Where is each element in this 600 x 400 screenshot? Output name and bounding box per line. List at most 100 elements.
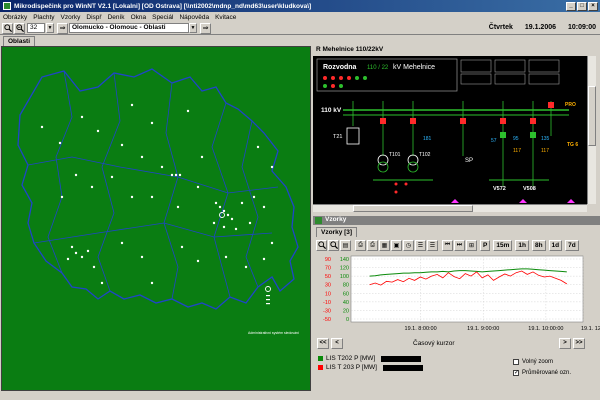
zoom-input[interactable]: 32 (27, 23, 45, 33)
range-button-p[interactable]: P (480, 239, 491, 251)
clock-date: 19.1.2006 (524, 24, 557, 31)
tab-vzorky[interactable]: Vzorky [3] (316, 227, 358, 237)
graph-print-icon[interactable]: ⎙ (355, 239, 366, 251)
svg-text:kV Mehelnice: kV Mehelnice (393, 64, 435, 71)
menu-item-obrazky[interactable]: Obrázky (3, 14, 27, 21)
averaged-checkbox[interactable]: ✓ (513, 369, 519, 376)
legend-swatch-red (318, 365, 323, 370)
y-right-tick-label: 100 (340, 274, 349, 280)
menu-item-plachty[interactable]: Plachty (33, 14, 54, 21)
graph-tabs: Vzorky [3] (313, 226, 600, 237)
y-left-tick-label: 50 (325, 274, 331, 280)
svg-text:135: 135 (541, 136, 550, 142)
svg-text:T101: T101 (389, 152, 401, 158)
y-left-tick-label: 10 (325, 291, 331, 297)
y-left-tick-label: -50 (323, 317, 331, 323)
menu-item-kvitace[interactable]: Kvitace (215, 14, 236, 21)
svg-text:T21: T21 (333, 134, 342, 140)
nav-last-button[interactable]: >> (573, 338, 585, 349)
chart-legend: LIS T202 P [MW] LIS T 203 P [MW] (318, 354, 518, 372)
scheme-vertical-scrollbar[interactable] (587, 56, 596, 204)
y-left-tick-label: 70 (325, 266, 331, 272)
apply-zoom-icon[interactable]: ⇒ (57, 22, 68, 34)
range-button-1d[interactable]: 1d (548, 239, 563, 251)
open-region-icon[interactable]: ⇒ (200, 22, 211, 34)
chart-navigation: << < Časový kurzor > >> (313, 338, 600, 350)
tab-oblasti[interactable]: Oblasti (3, 36, 36, 46)
region-map-svg: Administrativní systém sledování (17, 68, 299, 335)
nav-next-button[interactable]: > (559, 338, 571, 349)
option-averaged[interactable]: ✓ Průměrované ozn. (513, 367, 600, 378)
graph-first-icon[interactable]: ⏮ (442, 239, 453, 251)
graph-clock-icon[interactable]: ◷ (403, 239, 414, 251)
legend-item[interactable]: LIS T 203 P [MW] (318, 363, 518, 372)
menu-item-vzorky[interactable]: Vzorky (61, 14, 81, 21)
y-right-tick-label: 140 (340, 257, 349, 263)
svg-text:110 kV: 110 kV (321, 107, 342, 114)
legend-label: LIS T202 P [MW] (326, 355, 376, 362)
region-map[interactable]: Administrativní systém sledování (1, 46, 311, 391)
menu-item-okna[interactable]: Okna (131, 14, 147, 21)
scheme-vscroll-thumb[interactable] (588, 86, 596, 146)
minimize-button[interactable]: _ (566, 1, 576, 11)
svg-text:SP: SP (465, 158, 473, 164)
menu-item-special[interactable]: Speciál (152, 14, 173, 21)
region-dropdown-arrow-icon[interactable]: ▼ (189, 23, 197, 33)
map-note: Administrativní systém sledování (248, 331, 299, 335)
y-right-tick-label: 80 (343, 283, 349, 289)
close-button[interactable]: × (588, 1, 598, 11)
menu-item-dispr[interactable]: Dispř (86, 14, 101, 21)
maximize-button[interactable]: □ (577, 1, 587, 11)
svg-text:95: 95 (513, 136, 519, 142)
zoom-out-icon[interactable] (14, 22, 25, 34)
menu-bar: Obrázky Plachty Vzorky Dispř Deník Okna … (0, 12, 600, 22)
y-left-tick-label: 90 (325, 257, 331, 263)
y-right-tick-label: 120 (340, 266, 349, 272)
nav-first-button[interactable]: << (317, 338, 329, 349)
legend-swatch-green (318, 356, 323, 361)
legend-item[interactable]: LIS T202 P [MW] (318, 354, 518, 363)
graph-save-icon[interactable]: ▣ (391, 239, 402, 251)
app-icon (3, 2, 11, 10)
substation-scheme-svg: Rozvodna 110 / 22 kV Mehelnice 110 kV T2… (316, 58, 578, 203)
graph-window-icon (315, 217, 322, 224)
time-cursor-label: Časový kurzor (413, 340, 455, 347)
svg-text:57: 57 (491, 138, 497, 144)
graph-zoom-out-icon[interactable] (328, 239, 339, 251)
free-zoom-checkbox[interactable] (513, 358, 519, 365)
option-free-zoom[interactable]: Volný zoom (513, 356, 600, 367)
menu-item-denik[interactable]: Deník (108, 14, 125, 21)
range-button-8h[interactable]: 8h (531, 239, 546, 251)
y-left-tick-label: 30 (325, 283, 331, 289)
main-toolbar: 32 ▼ ⇒ Olomucko - Olomouc - Oblasti ▼ ⇒ … (0, 22, 600, 35)
region-select[interactable]: Olomucko - Olomouc - Oblasti (69, 23, 189, 33)
scheme-horizontal-scrollbar[interactable] (313, 204, 587, 212)
scheme-hscroll-thumb[interactable] (353, 205, 473, 212)
graph-cursor-icon[interactable]: ⊞ (466, 239, 477, 251)
trend-chart[interactable]: 90 70 50 30 10 -10 -30 -50 140 120 100 80 60 40 20 0 1… (313, 254, 600, 332)
range-button-1h[interactable]: 1h (515, 239, 529, 251)
svg-text:110 / 22: 110 / 22 (367, 65, 389, 71)
range-button-7d[interactable]: 7d (565, 239, 579, 251)
graph-zoom-in-icon[interactable] (316, 239, 327, 251)
graph-window-title: Vzorky (313, 216, 600, 225)
left-tabbar: Oblasti (1, 36, 311, 46)
graph-list2-icon[interactable]: ☰ (427, 239, 438, 251)
graph-table-icon[interactable]: ▦ (379, 239, 390, 251)
substation-scheme[interactable]: Rozvodna 110 / 22 kV Mehelnice 110 kV T2… (313, 56, 587, 204)
graph-list-icon[interactable]: ☰ (415, 239, 426, 251)
menu-item-napoveda[interactable]: Nápověda (179, 14, 209, 21)
y-right-tick-label: 0 (346, 317, 349, 323)
graph-fit-icon[interactable]: ▤ (340, 239, 351, 251)
zoom-in-icon[interactable] (2, 22, 13, 34)
y-left-tick-label: -30 (323, 308, 331, 314)
range-button-15m[interactable]: 15m (493, 239, 513, 251)
y-right-tick-label: 20 (343, 308, 349, 314)
svg-text:Rozvodna: Rozvodna (323, 64, 357, 71)
y-left-tick-label: -10 (323, 300, 331, 306)
nav-prev-button[interactable]: < (331, 338, 343, 349)
svg-text:V572: V572 (493, 186, 506, 192)
graph-last-icon[interactable]: ⏭ (454, 239, 465, 251)
graph-export-icon[interactable]: ⎙ (367, 239, 378, 251)
zoom-dropdown-arrow-icon[interactable]: ▼ (46, 23, 54, 33)
